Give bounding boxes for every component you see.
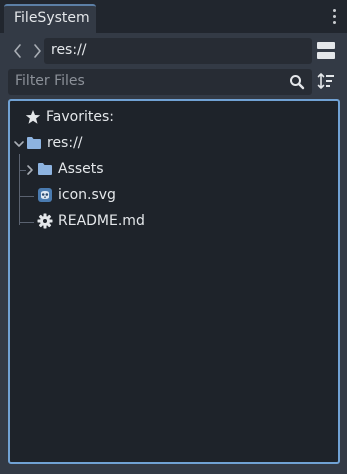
tree-item-icon-svg[interactable]: icon.svg	[10, 185, 330, 207]
back-chevron-icon[interactable]	[12, 43, 24, 59]
gear-file-icon	[37, 213, 53, 229]
chevron-right-icon[interactable]	[25, 164, 35, 176]
filter-files-input[interactable]	[15, 73, 275, 89]
tree-item-label: Assets	[58, 161, 104, 177]
godot-icon	[37, 187, 53, 203]
tree-root-label: res://	[47, 135, 83, 151]
folder-icon	[26, 136, 42, 150]
star-icon	[25, 109, 41, 125]
chevron-down-icon[interactable]	[13, 138, 25, 150]
tree-root-row[interactable]: res://	[10, 133, 330, 155]
sort-icon[interactable]	[317, 72, 335, 90]
forward-chevron-icon[interactable]	[31, 43, 43, 59]
folder-icon	[37, 162, 53, 176]
tab-filesystem[interactable]: FileSystem	[4, 4, 96, 33]
file-tree[interactable]: Favorites: res:// Assets icon.svg README…	[8, 99, 340, 464]
split-mode-icon[interactable]	[317, 42, 335, 60]
tree-item-label: icon.svg	[58, 187, 116, 203]
dock-tab-bar: FileSystem	[0, 0, 347, 33]
search-icon	[289, 74, 305, 90]
favorites-label: Favorites:	[46, 109, 114, 125]
dock-menu-icon[interactable]	[330, 9, 340, 27]
tree-item-label: README.md	[58, 213, 145, 229]
path-field[interactable]: res://	[44, 38, 312, 64]
tree-item-readme[interactable]: README.md	[10, 211, 330, 233]
favorites-row[interactable]: Favorites:	[10, 107, 330, 129]
tree-item-assets[interactable]: Assets	[10, 159, 330, 181]
filter-files-field[interactable]	[8, 69, 312, 95]
